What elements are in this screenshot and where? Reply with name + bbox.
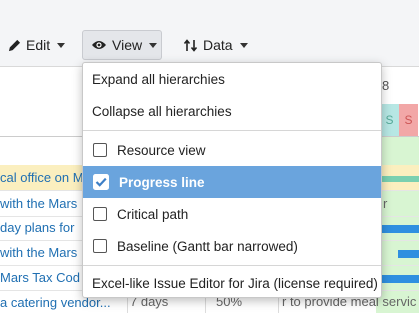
menu-item-excel-editor[interactable]: Excel-like Issue Editor for Jira (licens…	[83, 267, 381, 299]
task-summary[interactable]: with the Mars	[0, 245, 77, 260]
task-summary[interactable]: cal office on M	[0, 170, 84, 185]
edit-menu-label: Edit	[26, 37, 51, 53]
gantt-bar[interactable]	[382, 176, 419, 182]
timeline-day: S	[399, 104, 418, 136]
menu-item-label: Baseline (Gantt bar narrowed)	[117, 238, 298, 254]
view-menu-label: View	[112, 37, 143, 53]
view-dropdown-menu: Expand all hierarchies Collapse all hier…	[82, 62, 382, 298]
app-window: Edit View Data 8 S S cal office on M wit…	[0, 0, 419, 313]
menu-item-label: Critical path	[117, 206, 189, 222]
sort-arrows-icon	[184, 38, 198, 52]
menu-item-label: Excel-like Issue Editor for Jira (licens…	[92, 275, 378, 291]
view-menu-button[interactable]: View	[82, 30, 162, 60]
checkbox-unchecked-icon[interactable]	[93, 143, 107, 157]
task-summary[interactable]: Mars Tax Cod	[0, 270, 80, 285]
chevron-down-icon	[239, 42, 248, 48]
menu-item-critical-path[interactable]: Critical path	[83, 198, 381, 230]
timeline-day: S	[380, 104, 399, 136]
chevron-down-icon	[149, 42, 158, 48]
timeline-date: 8	[382, 78, 390, 93]
eye-icon	[91, 39, 107, 51]
menu-item-resource-view[interactable]: Resource view	[83, 134, 381, 166]
toolbar: Edit View Data	[0, 0, 419, 67]
checkbox-checked-icon[interactable]	[93, 174, 109, 190]
task-summary[interactable]: with the Mars	[0, 196, 77, 211]
menu-item-collapse-all[interactable]: Collapse all hierarchies	[83, 95, 381, 127]
menu-item-label: Resource view	[117, 142, 206, 158]
pencil-icon	[8, 39, 21, 52]
menu-item-label: Expand all hierarchies	[92, 71, 225, 87]
menu-separator	[83, 265, 381, 266]
checkbox-unchecked-icon[interactable]	[93, 207, 107, 221]
menu-item-progress-line[interactable]: Progress line	[83, 166, 381, 198]
menu-item-label: Progress line	[119, 174, 205, 190]
gantt-bar[interactable]	[382, 275, 419, 283]
chevron-down-icon	[57, 42, 66, 48]
checkbox-unchecked-icon[interactable]	[93, 239, 107, 253]
task-summary[interactable]: day plans for	[0, 220, 74, 235]
data-menu-label: Data	[203, 37, 233, 53]
cell-text: r	[383, 196, 388, 211]
menu-item-expand-all[interactable]: Expand all hierarchies	[83, 63, 381, 95]
gantt-bar[interactable]	[398, 250, 419, 258]
gantt-bar[interactable]	[382, 225, 419, 233]
menu-separator	[83, 130, 381, 131]
data-menu-button[interactable]: Data	[176, 30, 256, 60]
menu-item-baseline[interactable]: Baseline (Gantt bar narrowed)	[83, 230, 381, 262]
menu-item-label: Collapse all hierarchies	[92, 103, 232, 119]
edit-menu-button[interactable]: Edit	[0, 30, 73, 60]
